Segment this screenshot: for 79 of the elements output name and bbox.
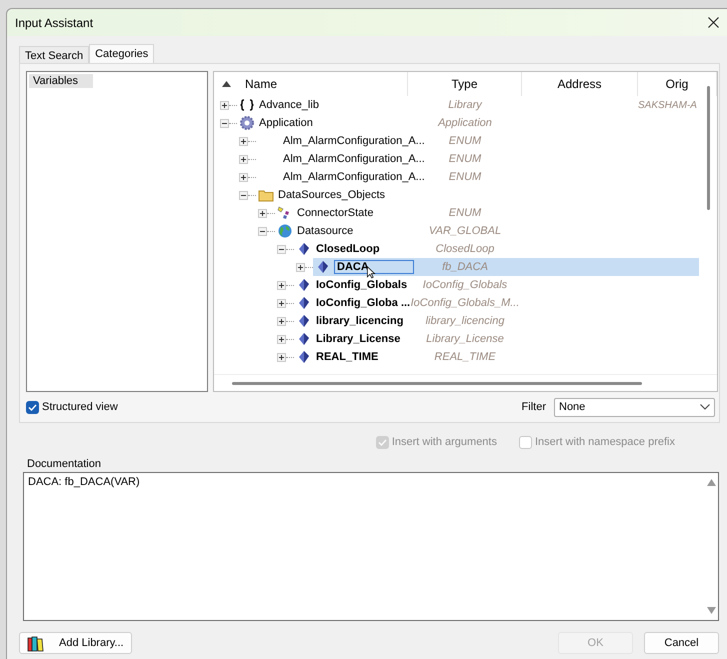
variable-icon <box>318 261 328 273</box>
variable-icon <box>299 351 309 363</box>
tree-item[interactable]: library_licencing <box>315 315 404 327</box>
column-header[interactable]: Type <box>408 72 522 96</box>
expand-icon[interactable] <box>277 280 286 290</box>
window-title: Input Assistant <box>15 16 94 30</box>
type-cell-text: VAR_GLOBAL <box>428 225 502 237</box>
type-cell-text: IoConfig_Globals <box>422 279 508 291</box>
variable-icon <box>299 315 309 327</box>
expand-icon[interactable] <box>239 136 248 146</box>
variable-icon <box>299 279 309 291</box>
tree-item[interactable]: ConnectorState <box>296 207 374 219</box>
filter-label: Filter <box>522 401 546 414</box>
tree-item[interactable]: DACA <box>334 260 414 274</box>
column-header[interactable]: Address <box>522 72 638 96</box>
expand-icon[interactable] <box>258 208 267 218</box>
variable-icon <box>299 297 309 309</box>
tree-item[interactable]: Alm_AlarmConfiguration_A... <box>282 153 426 165</box>
tree-item[interactable]: IoConfig_Globa ... <box>315 297 412 309</box>
sort-icon[interactable] <box>222 81 231 87</box>
gear-icon <box>240 116 254 130</box>
type-cell-text: Library <box>447 99 484 111</box>
expand-icon[interactable] <box>220 100 229 110</box>
type-cell-text: Application <box>436 117 493 129</box>
tree-item[interactable]: Alm_AlarmConfiguration_A... <box>282 135 426 147</box>
type-cell-text: Library_License <box>425 333 505 345</box>
close-icon[interactable] <box>708 17 719 28</box>
type-cell-text: fb_DACA <box>441 261 489 273</box>
tree-item[interactable]: Datasource <box>296 225 354 237</box>
scrollbar-thumb[interactable] <box>707 86 710 210</box>
expand-icon[interactable] <box>277 352 286 362</box>
folder-icon <box>258 190 274 202</box>
expand-icon[interactable] <box>277 316 286 326</box>
variable-icon <box>299 243 309 255</box>
enum-icon <box>278 206 289 219</box>
tree-item[interactable]: REAL_TIME <box>315 351 380 363</box>
type-cell-text: IoConfig_Globals_M... <box>410 297 520 309</box>
collapse-icon[interactable] <box>220 118 229 128</box>
tree-item[interactable]: IoConfig_Globals <box>315 279 408 291</box>
scrollbar-thumb[interactable] <box>232 382 642 385</box>
variable-icon <box>299 333 309 345</box>
expand-icon[interactable] <box>296 262 305 272</box>
collapse-icon[interactable] <box>258 226 267 236</box>
checkbox[interactable] <box>26 400 39 414</box>
type-cell-text: REAL_TIME <box>433 351 497 363</box>
origin-cell-text: SAKSHAM-A <box>638 100 698 110</box>
tree-item[interactable]: Library_License <box>315 333 402 345</box>
braces-icon <box>240 99 254 111</box>
checkbox-label: Insert with arguments <box>392 436 497 448</box>
globe-icon <box>278 224 292 238</box>
tree-item[interactable]: DataSources_Objects <box>277 189 386 201</box>
scroll-up-icon[interactable] <box>707 479 716 486</box>
filter-dropdown[interactable]: None <box>554 398 715 417</box>
category-item[interactable]: Variables <box>29 74 93 88</box>
expand-icon[interactable] <box>239 154 248 164</box>
tree-item[interactable]: Application <box>258 117 314 129</box>
dialog-button[interactable]: Cancel <box>644 632 719 654</box>
tab[interactable]: Categories <box>89 44 154 63</box>
collapse-icon[interactable] <box>239 190 248 200</box>
tree-item[interactable]: Alm_AlarmConfiguration_A... <box>282 171 426 183</box>
tab[interactable]: Text Search <box>19 46 90 63</box>
expand-icon[interactable] <box>239 172 248 182</box>
expand-icon[interactable] <box>277 298 286 308</box>
expand-icon[interactable] <box>277 334 286 344</box>
checkbox-label: Insert with namespace prefix <box>534 436 675 448</box>
books-icon <box>27 634 45 652</box>
documentation-label: Documentation <box>26 457 102 470</box>
type-cell-text: library_licencing <box>424 315 506 327</box>
dialog-button[interactable]: Add Library... <box>19 632 132 654</box>
type-cell-text: ClosedLoop <box>434 243 496 255</box>
documentation-field[interactable]: DACA: fb_DACA(VAR) <box>23 472 719 621</box>
type-cell-text: ENUM <box>448 207 482 219</box>
cursor-icon <box>366 266 376 279</box>
column-header[interactable]: Name <box>245 77 278 91</box>
tree-item[interactable]: Advance_lib <box>258 99 320 111</box>
tree-item[interactable]: ClosedLoop <box>315 243 381 255</box>
collapse-icon[interactable] <box>277 244 286 254</box>
checkbox-label: Structured view <box>42 401 118 414</box>
scroll-down-icon[interactable] <box>707 607 716 614</box>
